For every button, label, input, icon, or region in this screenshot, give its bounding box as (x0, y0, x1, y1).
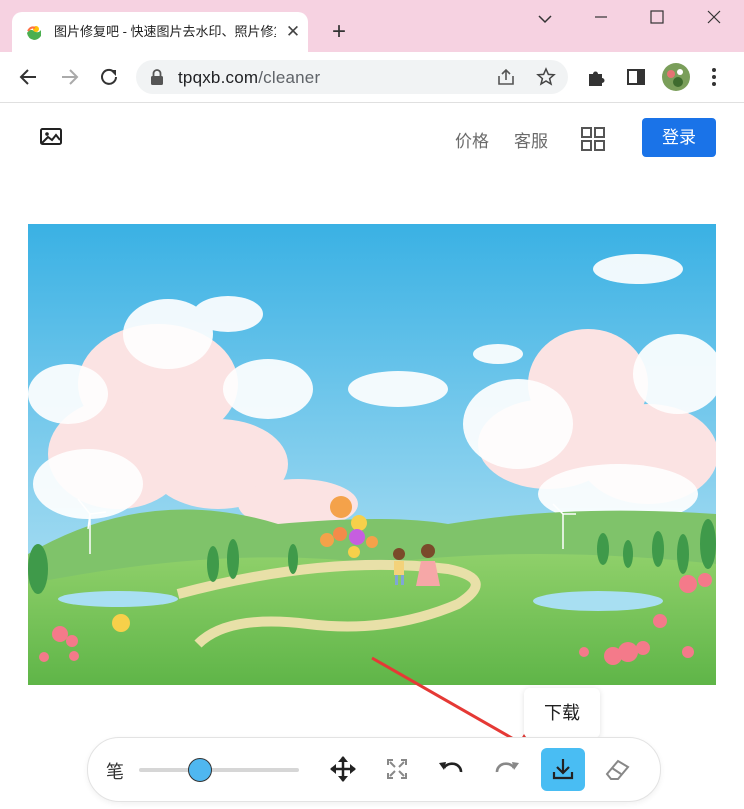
tab-title: 图片修复吧 - 快速图片去水印、照片修复 (54, 24, 276, 39)
download-icon (552, 759, 574, 780)
url-path: /cleaner (258, 68, 321, 87)
minimize-icon[interactable] (586, 8, 616, 32)
move-icon[interactable] (328, 754, 358, 784)
redo-icon[interactable] (492, 754, 522, 784)
browser-tab[interactable]: 图片修复吧 - 快速图片去水印、照片修复 ✕ (12, 12, 308, 52)
share-icon[interactable] (496, 68, 516, 86)
url-host: tpqxb.com (178, 68, 259, 87)
close-icon[interactable]: ✕ (282, 21, 304, 43)
more-icon[interactable] (708, 66, 720, 88)
pen-label: 笔 (106, 762, 124, 782)
star-icon[interactable] (536, 67, 556, 87)
brush-size-slider[interactable] (139, 758, 299, 782)
profile-avatar[interactable] (661, 62, 691, 92)
brush-size-slider-thumb[interactable] (187, 758, 212, 782)
reload-icon[interactable] (96, 64, 122, 90)
extensions-icon[interactable] (586, 66, 608, 88)
new-tab-button[interactable]: + (326, 20, 352, 46)
sidepanel-icon[interactable] (626, 67, 646, 87)
grid-icon[interactable] (580, 126, 606, 152)
download-button[interactable] (541, 748, 585, 791)
download-tooltip: 下载 (524, 688, 600, 738)
edit-toolbar: 笔 (87, 737, 661, 802)
chevron-down-icon[interactable] (530, 8, 560, 32)
maximize-icon[interactable] (642, 8, 672, 32)
login-button[interactable]: 登录 (642, 118, 716, 157)
browser-titlebar: 图片修复吧 - 快速图片去水印、照片修复 ✕ + (0, 0, 744, 52)
nav-price[interactable]: 价格 (455, 127, 489, 152)
undo-icon[interactable] (436, 754, 466, 784)
forward-icon[interactable] (56, 64, 82, 90)
url-text[interactable]: tpqxb.com/cleaner (178, 68, 320, 88)
lock-icon[interactable] (150, 69, 164, 85)
fullscreen-icon[interactable] (382, 754, 412, 784)
window-close-icon[interactable] (699, 8, 729, 32)
back-icon[interactable] (16, 64, 42, 90)
browser-toolbar: tpqxb.com/cleaner (0, 52, 744, 103)
editing-canvas-image[interactable] (28, 224, 716, 685)
nav-support[interactable]: 客服 (514, 127, 548, 152)
image-icon[interactable] (39, 126, 63, 148)
eraser-icon[interactable] (602, 754, 632, 784)
address-bar[interactable]: tpqxb.com/cleaner (136, 60, 568, 94)
app-favicon (26, 24, 42, 40)
